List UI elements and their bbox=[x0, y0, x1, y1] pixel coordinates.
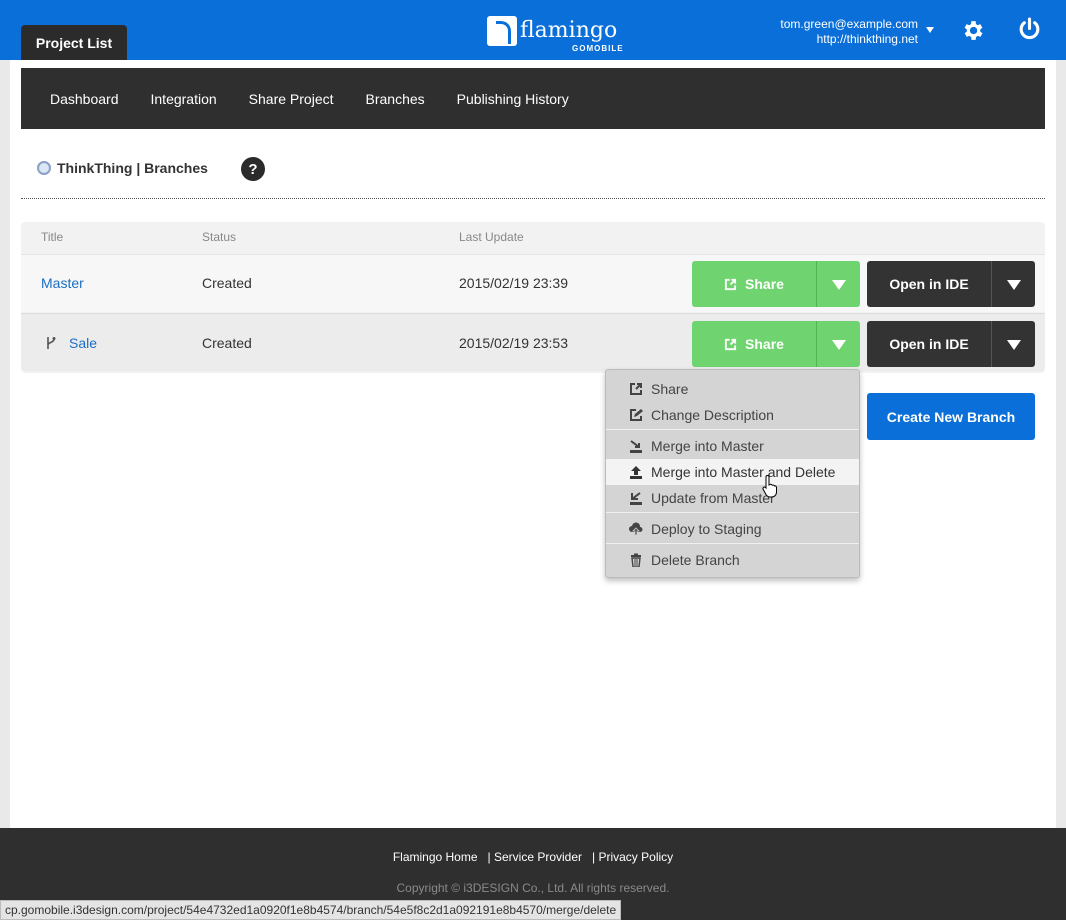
flamingo-logo-icon bbox=[487, 16, 517, 46]
globe-icon bbox=[37, 161, 51, 175]
hand-cursor-icon bbox=[762, 475, 777, 498]
branch-last-update: 2015/02/19 23:53 bbox=[459, 335, 568, 351]
menu-item-share[interactable]: Share bbox=[606, 376, 859, 402]
branch-link-sale[interactable]: Sale bbox=[69, 335, 97, 351]
branch-status: Created bbox=[202, 335, 252, 351]
caret-down-icon bbox=[831, 280, 846, 290]
user-caret-icon[interactable] bbox=[926, 27, 934, 33]
share-button[interactable]: Share bbox=[692, 261, 816, 307]
branch-icon bbox=[47, 337, 56, 349]
column-header-title: Title bbox=[41, 230, 64, 244]
share-icon bbox=[630, 383, 642, 395]
browser-status-bar: cp.gomobile.i3design.com/project/54e4732… bbox=[0, 900, 622, 920]
open-in-ide-button[interactable]: Open in IDE bbox=[867, 261, 991, 307]
footer-link-privacy-policy[interactable]: | Privacy Policy bbox=[592, 850, 673, 864]
menu-item-deploy-to-staging[interactable]: Deploy to Staging bbox=[606, 516, 859, 542]
share-label: Share bbox=[745, 276, 784, 292]
menu-item-change-description[interactable]: Change Description bbox=[606, 402, 859, 428]
footer-link-service-provider[interactable]: | Service Provider bbox=[488, 850, 582, 864]
share-icon bbox=[724, 338, 737, 350]
gear-icon[interactable] bbox=[960, 18, 985, 43]
menu-item-merge-into-master[interactable]: Merge into Master bbox=[606, 433, 859, 459]
caret-down-icon bbox=[1006, 340, 1021, 350]
column-header-status: Status bbox=[202, 230, 237, 244]
project-nav: Dashboard Integration Share Project Bran… bbox=[21, 68, 1045, 129]
share-dropdown-button[interactable] bbox=[816, 261, 860, 307]
page-title: ThinkThing | Branches bbox=[57, 160, 208, 176]
nav-integration[interactable]: Integration bbox=[151, 91, 217, 107]
divider bbox=[21, 198, 1045, 199]
nav-publishing-history[interactable]: Publishing History bbox=[457, 91, 569, 107]
power-icon[interactable] bbox=[1017, 17, 1042, 42]
share-dropdown-button[interactable] bbox=[816, 321, 860, 367]
user-menu[interactable]: tom.green@example.com http://thinkthing.… bbox=[780, 17, 918, 47]
menu-item-update-from-master[interactable]: Update from Master bbox=[606, 485, 859, 511]
breadcrumb: ThinkThing | Branches bbox=[37, 160, 208, 176]
share-button[interactable]: Share bbox=[692, 321, 816, 367]
project-list-tab[interactable]: Project List bbox=[21, 25, 127, 60]
create-new-branch-button[interactable]: Create New Branch bbox=[867, 393, 1035, 440]
open-in-ide-button[interactable]: Open in IDE bbox=[867, 321, 991, 367]
footer-links: Flamingo Home | Service Provider | Priva… bbox=[0, 850, 1066, 864]
caret-down-icon bbox=[1006, 280, 1021, 290]
share-label: Share bbox=[745, 336, 784, 352]
menu-separator bbox=[606, 543, 859, 544]
share-icon bbox=[724, 278, 737, 290]
menu-item-merge-and-delete[interactable]: Merge into Master and Delete bbox=[606, 459, 859, 485]
footer-link-flamingo-home[interactable]: Flamingo Home bbox=[393, 850, 478, 864]
menu-separator bbox=[606, 429, 859, 430]
user-url: http://thinkthing.net bbox=[816, 32, 918, 46]
nav-branches[interactable]: Branches bbox=[366, 91, 425, 107]
nav-dashboard[interactable]: Dashboard bbox=[50, 91, 119, 107]
menu-separator bbox=[606, 512, 859, 513]
edit-icon bbox=[630, 409, 643, 421]
branch-link-master[interactable]: Master bbox=[41, 275, 84, 291]
column-header-last-update: Last Update bbox=[459, 230, 524, 244]
branch-status: Created bbox=[202, 275, 252, 291]
upload-icon bbox=[630, 466, 642, 479]
branch-last-update: 2015/02/19 23:39 bbox=[459, 275, 568, 291]
cloud-upload-icon bbox=[629, 522, 643, 536]
merge-icon bbox=[630, 440, 642, 453]
ide-dropdown-button[interactable] bbox=[991, 261, 1035, 307]
menu-item-delete-branch[interactable]: Delete Branch bbox=[606, 547, 859, 573]
logo-subtitle: GOMOBILE bbox=[572, 44, 624, 53]
trash-icon bbox=[631, 553, 641, 567]
help-button[interactable]: ? bbox=[241, 157, 265, 181]
branch-actions-menu: Share Change Description Merge into Mast… bbox=[605, 369, 860, 578]
copyright: Copyright © i3DESIGN Co., Ltd. All right… bbox=[396, 881, 670, 895]
flamingo-logo[interactable]: flamingo GOMOBILE bbox=[487, 16, 623, 54]
logo-wordmark: flamingo bbox=[520, 18, 618, 43]
caret-down-icon bbox=[831, 340, 846, 350]
ide-dropdown-button[interactable] bbox=[991, 321, 1035, 367]
user-email: tom.green@example.com bbox=[780, 17, 918, 31]
update-icon bbox=[630, 492, 642, 505]
nav-share-project[interactable]: Share Project bbox=[249, 91, 334, 107]
